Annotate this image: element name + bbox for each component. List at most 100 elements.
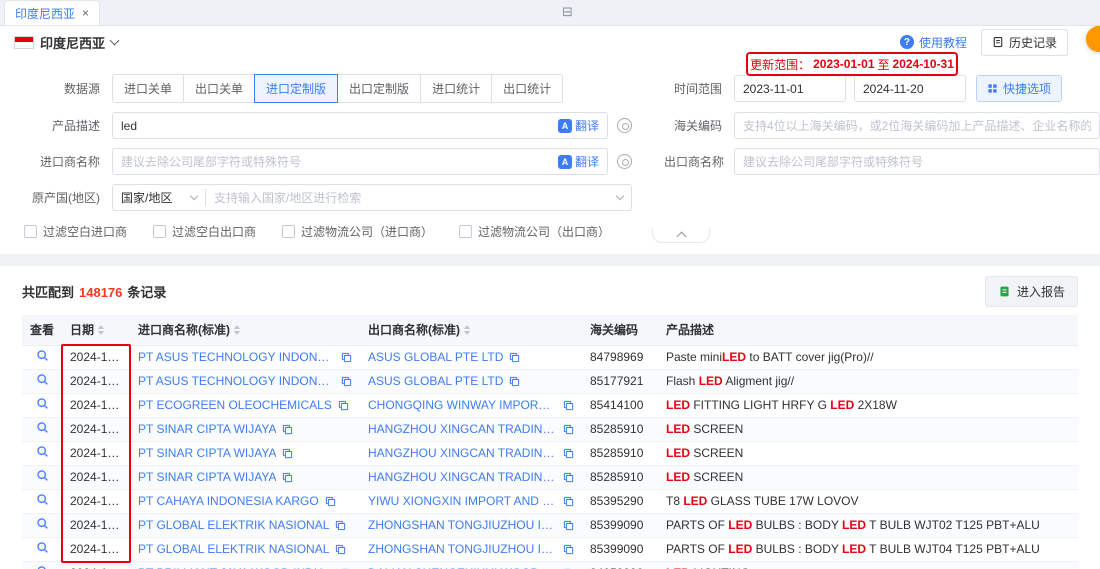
- copy-icon[interactable]: [563, 424, 574, 435]
- exporter-link[interactable]: YIWU XIONGXIN IMPORT AND EXPORT...: [368, 494, 557, 508]
- date-cell: 2024-10-31: [62, 441, 130, 465]
- copy-icon[interactable]: [335, 544, 346, 555]
- circle-toggle-icon[interactable]: [617, 118, 632, 133]
- exporter-field[interactable]: [734, 148, 1100, 175]
- sort-icons[interactable]: [98, 325, 104, 335]
- view-detail-icon[interactable]: [36, 493, 49, 506]
- importer-link[interactable]: PT ASUS TECHNOLOGY INDONESIA BA...: [138, 350, 335, 364]
- chevron-down-icon: [616, 192, 624, 200]
- datasource-tab[interactable]: 出口统计: [491, 74, 563, 103]
- date-end-field[interactable]: [854, 75, 966, 102]
- datasource-tab[interactable]: 出口关单: [183, 74, 255, 103]
- copy-icon[interactable]: [509, 376, 520, 387]
- importer-field[interactable]: A 翻译: [112, 148, 608, 175]
- checkbox-icon[interactable]: [24, 225, 37, 238]
- tutorial-link[interactable]: ? 使用教程: [900, 34, 967, 51]
- exporter-input[interactable]: [743, 155, 1091, 169]
- copy-icon[interactable]: [338, 400, 349, 411]
- view-detail-icon[interactable]: [36, 469, 49, 482]
- copy-icon[interactable]: [282, 448, 293, 459]
- copy-icon[interactable]: [563, 496, 574, 507]
- tab-indonesia[interactable]: 印度尼西亚 ×: [4, 0, 100, 25]
- column-header[interactable]: 出口商名称(标准): [360, 315, 582, 345]
- tab-overview-icon[interactable]: ⊟: [562, 5, 573, 18]
- circle-toggle-icon[interactable]: [617, 154, 632, 169]
- exporter-link[interactable]: HANGZHOU XINGCAN TRADING CO LTD: [368, 422, 557, 436]
- datasource-tab[interactable]: 进口统计: [420, 74, 492, 103]
- copy-icon[interactable]: [563, 448, 574, 459]
- importer-label: 进口商名称: [14, 153, 100, 170]
- copy-icon[interactable]: [563, 520, 574, 531]
- hs-code-input[interactable]: [743, 119, 1091, 133]
- copy-icon[interactable]: [282, 424, 293, 435]
- history-button[interactable]: 历史记录: [981, 29, 1068, 56]
- view-detail-icon[interactable]: [36, 421, 49, 434]
- exporter-link[interactable]: HANGZHOU XINGCAN TRADING CO LTD: [368, 446, 557, 460]
- description-cell: T8 LED GLASS TUBE 17W LOVOV: [658, 489, 1078, 513]
- quick-options-button[interactable]: 快捷选项: [976, 75, 1062, 102]
- view-detail-icon[interactable]: [36, 349, 49, 362]
- importer-link[interactable]: PT CAHAYA INDONESIA KARGO: [138, 494, 319, 508]
- column-header[interactable]: 进口商名称(标准): [130, 315, 360, 345]
- report-icon: [998, 285, 1011, 298]
- filter-checkbox[interactable]: 过滤物流公司（出口商）: [459, 223, 610, 240]
- datasource-tab[interactable]: 进口定制版: [254, 74, 338, 103]
- copy-icon[interactable]: [509, 352, 520, 363]
- tab-close-icon[interactable]: ×: [82, 6, 89, 20]
- view-detail-icon[interactable]: [36, 445, 49, 458]
- exporter-link[interactable]: ASUS GLOBAL PTE LTD: [368, 374, 503, 388]
- view-detail-icon[interactable]: [36, 565, 49, 569]
- importer-link[interactable]: PT GLOBAL ELEKTRIK NASIONAL: [138, 542, 329, 556]
- exporter-link[interactable]: CHONGQING WINWAY IMPORT AND E...: [368, 398, 557, 412]
- enter-report-button[interactable]: 进入报告: [985, 276, 1078, 307]
- origin-select[interactable]: 国家/地区: [113, 189, 205, 206]
- view-detail-icon[interactable]: [36, 517, 49, 530]
- sort-icons[interactable]: [464, 325, 470, 335]
- sort-icons[interactable]: [234, 325, 240, 335]
- copy-icon[interactable]: [341, 376, 352, 387]
- view-detail-icon[interactable]: [36, 397, 49, 410]
- product-desc-input[interactable]: [121, 119, 552, 133]
- exporter-link[interactable]: HANGZHOU XINGCAN TRADING CO LTD: [368, 470, 557, 484]
- view-detail-icon[interactable]: [36, 541, 49, 554]
- importer-link[interactable]: PT ASUS TECHNOLOGY INDONESIA BA...: [138, 374, 335, 388]
- importer-link[interactable]: PT SINAR CIPTA WIJAYA: [138, 470, 276, 484]
- column-header[interactable]: 日期: [62, 315, 130, 345]
- exporter-link[interactable]: ASUS GLOBAL PTE LTD: [368, 350, 503, 364]
- hs-code-label: 海关编码: [664, 117, 722, 134]
- description-cell: PARTS OF LED BULBS : BODY LED T BULB WJT…: [658, 537, 1078, 561]
- filter-checkbox[interactable]: 过滤物流公司（进口商）: [282, 223, 433, 240]
- hs-code-field[interactable]: [734, 112, 1100, 139]
- copy-icon[interactable]: [563, 472, 574, 483]
- filter-checkbox[interactable]: 过滤空白出口商: [153, 223, 256, 240]
- origin-field[interactable]: 国家/地区: [112, 184, 632, 211]
- product-desc-field[interactable]: A 翻译: [112, 112, 608, 139]
- date-start-field[interactable]: [734, 75, 846, 102]
- date-cell: 2024-10-31: [62, 345, 130, 369]
- filter-checkbox[interactable]: 过滤空白进口商: [24, 223, 127, 240]
- checkbox-icon[interactable]: [459, 225, 472, 238]
- copy-icon[interactable]: [335, 520, 346, 531]
- exporter-link[interactable]: ZHONGSHAN TONGJIUZHOU INTERNA...: [368, 542, 557, 556]
- importer-link[interactable]: PT SINAR CIPTA WIJAYA: [138, 446, 276, 460]
- importer-input[interactable]: [121, 155, 552, 169]
- copy-icon[interactable]: [282, 472, 293, 483]
- copy-icon[interactable]: [341, 352, 352, 363]
- checkbox-icon[interactable]: [153, 225, 166, 238]
- datasource-tab[interactable]: 出口定制版: [337, 74, 421, 103]
- copy-icon[interactable]: [325, 496, 336, 507]
- importer-link[interactable]: PT ECOGREEN OLEOCHEMICALS: [138, 398, 332, 412]
- copy-icon[interactable]: [563, 544, 574, 555]
- collapse-panel-button[interactable]: [652, 228, 710, 243]
- country-selector[interactable]: 印度尼西亚: [14, 33, 118, 52]
- exporter-link[interactable]: ZHONGSHAN TONGJIUZHOU INTERNA...: [368, 518, 557, 532]
- copy-icon[interactable]: [563, 400, 574, 411]
- translate-button[interactable]: A 翻译: [558, 153, 599, 170]
- importer-link[interactable]: PT GLOBAL ELEKTRIK NASIONAL: [138, 518, 329, 532]
- importer-link[interactable]: PT SINAR CIPTA WIJAYA: [138, 422, 276, 436]
- datasource-tab[interactable]: 进口关单: [112, 74, 184, 103]
- origin-search-input[interactable]: [214, 191, 617, 205]
- view-detail-icon[interactable]: [36, 373, 49, 386]
- checkbox-icon[interactable]: [282, 225, 295, 238]
- translate-button[interactable]: A 翻译: [558, 117, 599, 134]
